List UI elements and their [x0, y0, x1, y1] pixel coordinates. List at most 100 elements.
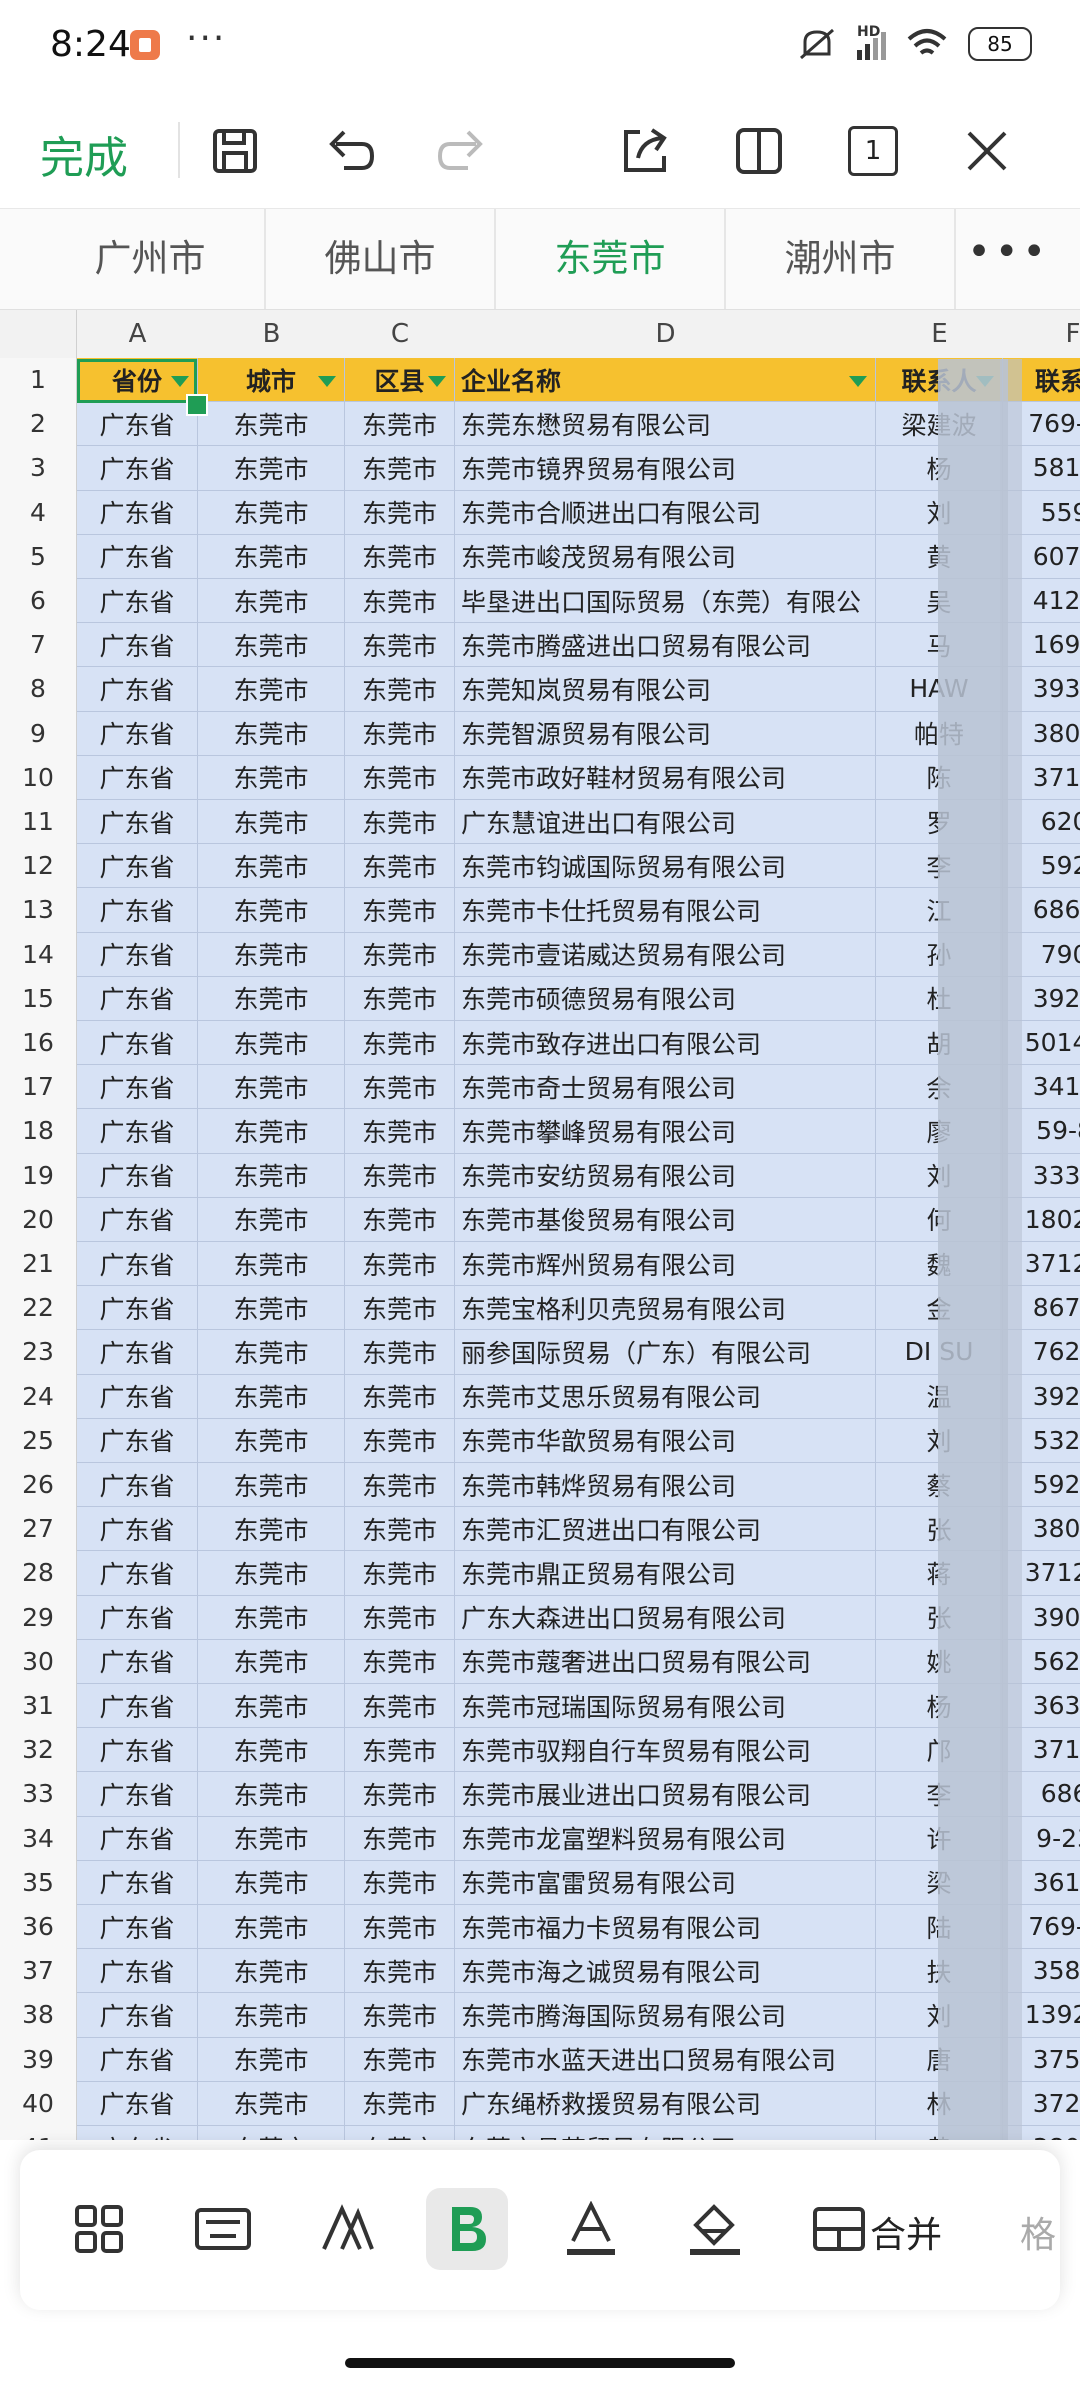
cell-b[interactable]: 东莞市 — [198, 1728, 345, 1773]
cell-a[interactable]: 广东省 — [77, 976, 198, 1021]
cell-b[interactable]: 东莞市 — [198, 1993, 345, 2038]
cell-b[interactable]: 东莞市 — [198, 1463, 345, 1508]
cell-d[interactable]: 东莞市昌茂贸易有限公司 — [455, 2126, 876, 2140]
cell-c[interactable]: 东莞市 — [345, 1728, 455, 1773]
cell-a[interactable]: 广东省 — [77, 2081, 198, 2126]
cell-c[interactable]: 东莞市 — [345, 1816, 455, 1861]
bold-icon[interactable] — [426, 2188, 508, 2270]
cell-b[interactable]: 东莞市 — [198, 888, 345, 933]
row-header[interactable]: 4 — [0, 490, 77, 536]
row-header[interactable]: 37 — [0, 1949, 77, 1995]
cell-a[interactable]: 广东省 — [77, 1463, 198, 1508]
cell-c[interactable]: 东莞市 — [345, 1242, 455, 1287]
cell-b[interactable]: 东莞市 — [198, 490, 345, 535]
cell-a[interactable]: 广东省 — [77, 1065, 198, 1110]
share-icon[interactable] — [614, 120, 676, 182]
cell-b[interactable]: 东莞市 — [198, 1242, 345, 1287]
row-header[interactable]: 23 — [0, 1330, 77, 1376]
cell-d[interactable]: 东莞市艾思乐贸易有限公司 — [455, 1374, 876, 1419]
cell-a[interactable]: 广东省 — [77, 888, 198, 933]
cell-b[interactable]: 东莞市 — [198, 976, 345, 1021]
cell-a[interactable]: 广东省 — [77, 2126, 198, 2140]
spreadsheet-grid[interactable]: ABCDEF1省份城市区县企业名称联系人联系电2广东省东莞市东莞市东莞东懋贸易有… — [0, 310, 1080, 2140]
cell-c[interactable]: 东莞市 — [345, 534, 455, 579]
row-header[interactable]: 27 — [0, 1507, 77, 1553]
column-header-d[interactable]: D — [455, 310, 877, 359]
cell-c[interactable]: 东莞市 — [345, 976, 455, 1021]
row-header[interactable]: 36 — [0, 1905, 77, 1951]
row-header[interactable]: 16 — [0, 1021, 77, 1067]
filter-dropdown-icon[interactable] — [847, 372, 869, 390]
cell-b[interactable]: 东莞市 — [198, 1418, 345, 1463]
header-cell-c[interactable]: 区县 — [345, 358, 455, 403]
row-header[interactable]: 1 — [0, 358, 77, 404]
cell-a[interactable]: 广东省 — [77, 1197, 198, 1242]
cell-d[interactable]: 东莞市腾盛进出口贸易有限公司 — [455, 623, 876, 668]
cell-d[interactable]: 东莞智源贸易有限公司 — [455, 711, 876, 756]
column-header-b[interactable]: B — [198, 310, 346, 359]
undo-icon[interactable] — [318, 120, 380, 182]
cell-b[interactable]: 东莞市 — [198, 1816, 345, 1861]
cell-a[interactable]: 广东省 — [77, 1374, 198, 1419]
row-header[interactable]: 3 — [0, 446, 77, 492]
cell-b[interactable]: 东莞市 — [198, 623, 345, 668]
column-header-c[interactable]: C — [345, 310, 456, 359]
cell-b[interactable]: 东莞市 — [198, 2081, 345, 2126]
cell-d[interactable]: 东莞市卡仕托贸易有限公司 — [455, 888, 876, 933]
cell-d[interactable]: 东莞市致存进出口有限公司 — [455, 1021, 876, 1066]
cell-d[interactable]: 东莞市汇贸进出口有限公司 — [455, 1507, 876, 1552]
cell-d[interactable]: 广东大森进出口贸易有限公司 — [455, 1595, 876, 1640]
row-header[interactable]: 7 — [0, 623, 77, 669]
merge-button-label[interactable]: 合并 — [870, 2206, 942, 2258]
cell-c[interactable]: 东莞市 — [345, 2037, 455, 2082]
cell-a[interactable]: 广东省 — [77, 1242, 198, 1287]
cell-c[interactable]: 东莞市 — [345, 1684, 455, 1729]
cell-b[interactable]: 东莞市 — [198, 1905, 345, 1950]
cell-a[interactable]: 广东省 — [77, 534, 198, 579]
cell-d[interactable]: 东莞市基俊贸易有限公司 — [455, 1197, 876, 1242]
keyboard-icon[interactable] — [182, 2188, 264, 2270]
sheet-tab-dongguan[interactable]: 东莞市 — [496, 209, 726, 309]
cell-b[interactable]: 东莞市 — [198, 844, 345, 889]
cell-a[interactable]: 广东省 — [77, 1639, 198, 1684]
cell-d[interactable]: 东莞市鼎正贸易有限公司 — [455, 1551, 876, 1596]
cell-a[interactable]: 广东省 — [77, 490, 198, 535]
row-header[interactable]: 15 — [0, 976, 77, 1022]
row-header[interactable]: 24 — [0, 1374, 77, 1420]
done-button[interactable]: 完成 — [40, 122, 128, 186]
cell-c[interactable]: 东莞市 — [345, 402, 455, 447]
column-header-e[interactable]: E — [876, 310, 1004, 359]
cell-a[interactable]: 广东省 — [77, 1949, 198, 1994]
split-view-icon[interactable] — [728, 120, 790, 182]
cell-c[interactable]: 东莞市 — [345, 1949, 455, 1994]
apps-grid-icon[interactable] — [58, 2188, 140, 2270]
cell-c[interactable]: 东莞市 — [345, 888, 455, 933]
cell-c[interactable]: 东莞市 — [345, 1595, 455, 1640]
row-header[interactable]: 6 — [0, 579, 77, 625]
cell-b[interactable]: 东莞市 — [198, 1639, 345, 1684]
cell-a[interactable]: 广东省 — [77, 1286, 198, 1331]
merge-cells-icon[interactable] — [798, 2188, 880, 2270]
row-header[interactable]: 22 — [0, 1286, 77, 1332]
row-header[interactable]: 40 — [0, 2081, 77, 2127]
cell-c[interactable]: 东莞市 — [345, 667, 455, 712]
cell-d[interactable]: 东莞市龙富塑料贸易有限公司 — [455, 1816, 876, 1861]
cell-b[interactable]: 东莞市 — [198, 579, 345, 624]
fill-color-icon[interactable] — [674, 2188, 756, 2270]
cell-c[interactable]: 东莞市 — [345, 1860, 455, 1905]
cell-c[interactable]: 东莞市 — [345, 1463, 455, 1508]
cell-c[interactable]: 东莞市 — [345, 1507, 455, 1552]
cell-d[interactable]: 东莞市硕德贸易有限公司 — [455, 976, 876, 1021]
cell-b[interactable]: 东莞市 — [198, 1153, 345, 1198]
row-header[interactable]: 8 — [0, 667, 77, 713]
row-header[interactable]: 32 — [0, 1728, 77, 1774]
home-indicator[interactable] — [345, 2358, 735, 2368]
cell-c[interactable]: 东莞市 — [345, 1021, 455, 1066]
cell-d[interactable]: 广东慧谊进出口有限公司 — [455, 800, 876, 845]
row-header[interactable]: 25 — [0, 1418, 77, 1464]
cell-d[interactable]: 东莞市峻茂贸易有限公司 — [455, 534, 876, 579]
cell-c[interactable]: 东莞市 — [345, 1418, 455, 1463]
cell-a[interactable]: 广东省 — [77, 579, 198, 624]
text-color-icon[interactable] — [550, 2188, 632, 2270]
cell-a[interactable]: 广东省 — [77, 1418, 198, 1463]
